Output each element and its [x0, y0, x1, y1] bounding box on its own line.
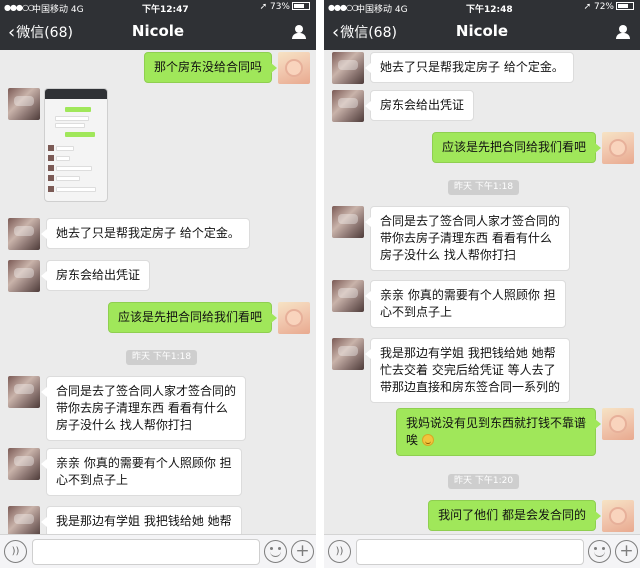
timestamp: 昨天 下午1:20	[448, 474, 520, 489]
image-message[interactable]	[44, 88, 108, 202]
divider	[316, 0, 324, 568]
avatar[interactable]	[8, 88, 40, 120]
avatar[interactable]	[8, 448, 40, 480]
message-bubble-outgoing[interactable]: 应该是先把合同给我们看吧	[431, 132, 602, 163]
battery-icon	[292, 2, 310, 10]
message-bubble-incoming[interactable]: 我是那边有学姐 我把钱给她 她帮	[41, 506, 242, 534]
message-bubble-incoming[interactable]: 我是那边有学姐 我把钱给她 她帮 忙去交着 交完后给凭证 等人去了 带那边直接和…	[364, 338, 571, 403]
avatar[interactable]	[8, 506, 40, 534]
message-input[interactable]	[356, 539, 584, 565]
status-bar: ●●●○○ 中国移动 4G 下午12:48 ➚ 72%	[324, 0, 640, 16]
person-icon[interactable]	[616, 25, 630, 39]
input-toolbar: )) +	[0, 534, 316, 568]
emoji-icon[interactable]	[588, 540, 611, 563]
message-list: 她去了只是帮我定房子 给个定金。 房东会给出凭证 应该是先把合同给我们看吧 昨天…	[324, 50, 640, 534]
location-icon: ➚	[259, 2, 270, 12]
avatar[interactable]	[8, 376, 40, 408]
battery-percent: 72%	[593, 2, 614, 12]
battery-percent: 73%	[269, 2, 290, 12]
message-bubble-incoming[interactable]: 她去了只是帮我定房子 给个定金。	[365, 52, 574, 83]
smile-emoji-icon	[421, 434, 434, 446]
location-icon: ➚	[583, 2, 594, 12]
chat-screen-right: ●●●○○ 中国移动 4G 下午12:48 ➚ 72% ‹微信(68) Nico…	[324, 0, 640, 568]
voice-icon[interactable]: ))	[4, 540, 27, 563]
timestamp: 昨天 下午1:18	[126, 350, 198, 365]
screenshot-collage: ●●●○○ 中国移动 4G 下午12:47 ➚ 73% ‹微信(68) Nico…	[0, 0, 640, 568]
message-bubble-outgoing[interactable]: 应该是先把合同给我们看吧	[107, 302, 278, 333]
plus-icon[interactable]: +	[615, 540, 638, 563]
carrier-label: 中国移动 4G	[32, 5, 84, 15]
battery-indicator: ➚ 73%	[260, 2, 310, 12]
message-bubble-incoming[interactable]: 她去了只是帮我定房子 给个定金。	[41, 218, 250, 249]
message-bubble-outgoing[interactable]: 那个房东没给合同吗	[143, 52, 278, 83]
message-bubble-incoming[interactable]: 房东会给出凭证	[40, 260, 151, 291]
avatar[interactable]	[332, 280, 364, 312]
voice-icon[interactable]: ))	[328, 540, 351, 563]
clock: 下午12:47	[142, 5, 189, 15]
signal-strength: ●●●○○	[4, 3, 35, 12]
battery-indicator: ➚ 72%	[584, 2, 634, 12]
input-toolbar: )) +	[324, 534, 640, 568]
avatar[interactable]	[8, 260, 40, 292]
chat-title: Nicole	[131, 22, 185, 40]
chat-title: Nicole	[455, 22, 509, 40]
carrier-label: 中国移动 4G	[356, 5, 408, 15]
message-bubble-incoming[interactable]: 合同是去了签合同人家才签合同的 带你去房子清理东西 看看有什么 房子没什么 找人…	[364, 206, 571, 271]
timestamp: 昨天 下午1:18	[448, 180, 520, 195]
avatar[interactable]	[278, 52, 310, 84]
message-bubble-incoming[interactable]: 房东会给出凭证	[364, 90, 475, 121]
avatar[interactable]	[278, 302, 310, 334]
avatar[interactable]	[332, 52, 364, 84]
battery-icon	[616, 2, 634, 10]
plus-icon[interactable]: +	[291, 540, 314, 563]
status-bar: ●●●○○ 中国移动 4G 下午12:47 ➚ 73%	[0, 0, 316, 16]
message-bubble-incoming[interactable]: 亲亲 你真的需要有个人照顾你 担 心不到点子上	[41, 448, 242, 496]
message-bubble-incoming[interactable]: 亲亲 你真的需要有个人照顾你 担 心不到点子上	[365, 280, 566, 328]
message-bubble-outgoing[interactable]: 我妈说没有见到东西就打钱不靠谱 唉	[395, 408, 602, 456]
nav-bar: ‹微信(68) Nicole	[324, 16, 640, 50]
avatar[interactable]	[602, 500, 634, 532]
person-icon[interactable]	[292, 25, 306, 39]
avatar[interactable]	[332, 90, 364, 122]
nav-bar: ‹微信(68) Nicole	[0, 16, 316, 50]
avatar[interactable]	[602, 408, 634, 440]
avatar[interactable]	[602, 132, 634, 164]
avatar[interactable]	[332, 338, 364, 370]
message-bubble-incoming[interactable]: 合同是去了签合同人家才签合同的 带你去房子清理东西 看看有什么 房子没什么 找人…	[40, 376, 247, 441]
avatar[interactable]	[8, 218, 40, 250]
signal-strength: ●●●○○	[328, 3, 359, 12]
avatar[interactable]	[332, 206, 364, 238]
message-input[interactable]	[32, 539, 260, 565]
emoji-icon[interactable]	[264, 540, 287, 563]
message-bubble-outgoing[interactable]: 我问了他们 都是会发合同的	[428, 500, 601, 531]
clock: 下午12:48	[466, 5, 513, 15]
chat-screen-left: ●●●○○ 中国移动 4G 下午12:47 ➚ 73% ‹微信(68) Nico…	[0, 0, 316, 568]
message-list: 那个房东没给合同吗 她去了只是帮我定房子 给个定金。 房东会给出凭证 应该是先把…	[0, 50, 316, 534]
